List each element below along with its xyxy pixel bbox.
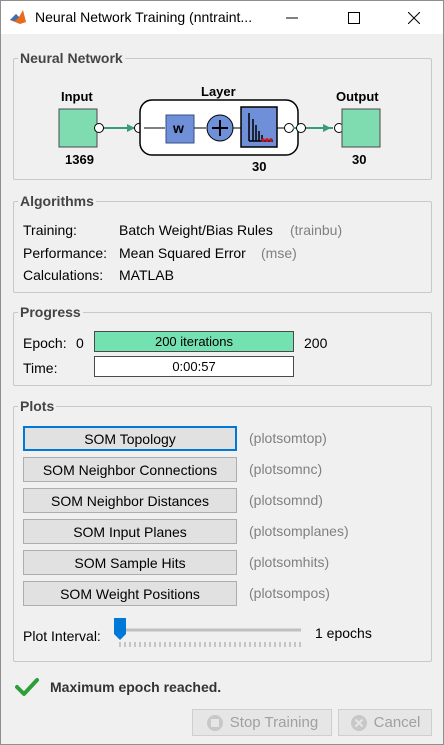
performance-value: Mean Squared Error [119, 245, 246, 261]
plot-som-input-planes-func: (plotsomplanes) [249, 523, 349, 539]
training-func: (trainbu) [290, 222, 343, 238]
performance-label: Performance: [23, 245, 108, 261]
stop-icon [206, 714, 223, 731]
plot-som-neighbor-connections-button[interactable]: SOM Neighbor Connections [23, 457, 237, 482]
stop-training-button[interactable]: Stop Training [192, 709, 332, 736]
status-message: Maximum epoch reached. [50, 679, 222, 695]
stop-training-label: Stop Training [229, 714, 319, 731]
plot-som-input-planes-button[interactable]: SOM Input Planes [23, 519, 237, 544]
time-field: 0:00:57 [94, 356, 294, 377]
plot-som-weight-positions-func: (plotsompos) [249, 585, 330, 601]
epoch-max: 200 [304, 335, 328, 351]
time-label: Time: [23, 360, 58, 376]
input-node [58, 108, 98, 148]
output-node [341, 108, 381, 148]
cancel-label: Cancel [373, 714, 421, 731]
algorithms-section-title: Algorithms [18, 193, 96, 209]
cancel-icon [350, 714, 367, 731]
plot-som-neighbor-distances-button[interactable]: SOM Neighbor Distances [23, 488, 237, 513]
plot-som-neighbor-connections-func: (plotsomnc) [249, 461, 323, 477]
epoch-progress-bar: 200 iterations [94, 331, 294, 352]
network-diagram [58, 99, 381, 156]
cancel-button[interactable]: Cancel [338, 709, 432, 736]
epoch-progress-text: 200 iterations [154, 334, 234, 349]
progress-section-title: Progress [18, 304, 83, 320]
epoch-label: Epoch: [23, 335, 67, 351]
epoch-min: 0 [76, 335, 84, 351]
plot-som-sample-hits-func: (plotsomhits) [249, 554, 330, 570]
plot-interval-value: 1 epochs [315, 625, 372, 641]
plots-section-title: Plots [18, 398, 57, 414]
training-window: Neural Network Training (nntraint... Neu… [0, 0, 444, 745]
plot-som-neighbor-distances-func: (plotsomnd) [249, 492, 323, 508]
training-value: Batch Weight/Bias Rules [119, 222, 273, 238]
slider-thumb [114, 618, 126, 640]
plot-som-topology-button[interactable]: SOM Topology [23, 426, 237, 451]
performance-func: (mse) [261, 245, 297, 261]
plot-interval-slider[interactable] [111, 615, 306, 651]
checkmark-icon [15, 678, 39, 696]
plot-som-weight-positions-button[interactable]: SOM Weight Positions [23, 581, 237, 606]
plot-som-sample-hits-button[interactable]: SOM Sample Hits [23, 550, 237, 575]
calculations-label: Calculations: [23, 267, 104, 283]
plot-som-topology-func: (plotsomtop) [249, 430, 327, 446]
time-value: 0:00:57 [172, 359, 216, 374]
calculations-value: MATLAB [119, 267, 174, 283]
weight-label: w [173, 120, 184, 136]
plot-interval-label: Plot Interval: [23, 628, 101, 644]
training-label: Training: [23, 222, 77, 238]
